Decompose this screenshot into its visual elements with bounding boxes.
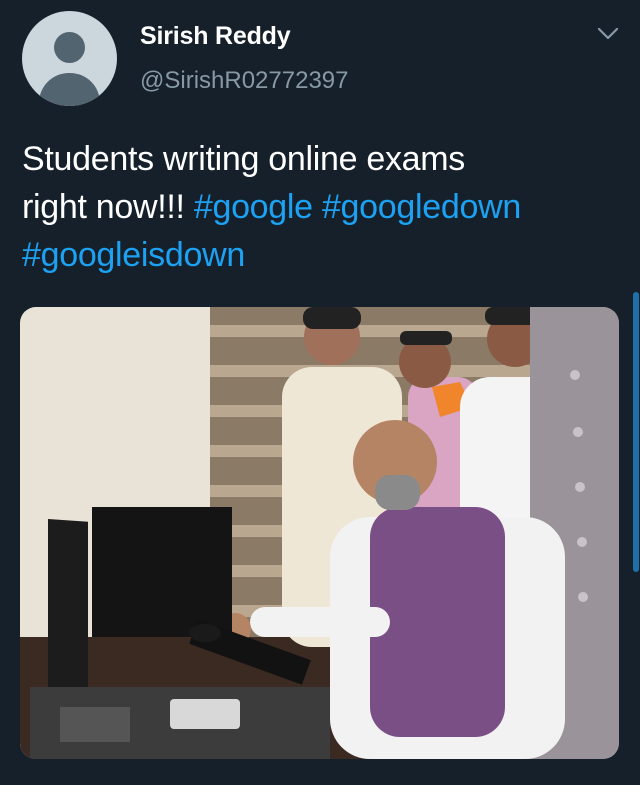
hashtag-googledown[interactable]: #googledown: [322, 188, 521, 226]
user-name[interactable]: Sirish Reddy: [140, 22, 291, 51]
tweet-text-line1: Students writing online exams: [22, 140, 465, 178]
tweet-photo[interactable]: [20, 307, 619, 759]
tweet-text: Students writing online exams right now!…: [22, 135, 622, 279]
hashtag-googleisdown[interactable]: #googleisdown: [22, 236, 245, 274]
tweet-text-line2: right now!!!: [22, 188, 194, 226]
scrollbar[interactable]: [633, 292, 639, 572]
hashtag-google[interactable]: #google: [194, 188, 313, 226]
avatar-head-shape: [54, 32, 85, 63]
user-handle[interactable]: @SirishR02772397: [140, 67, 349, 95]
photo-illustration: [20, 307, 619, 759]
avatar[interactable]: [22, 11, 117, 106]
chevron-down-icon[interactable]: [596, 26, 620, 42]
tweet[interactable]: Sirish Reddy @SirishR02772397 Students w…: [0, 0, 640, 785]
avatar-body-shape: [39, 73, 100, 106]
